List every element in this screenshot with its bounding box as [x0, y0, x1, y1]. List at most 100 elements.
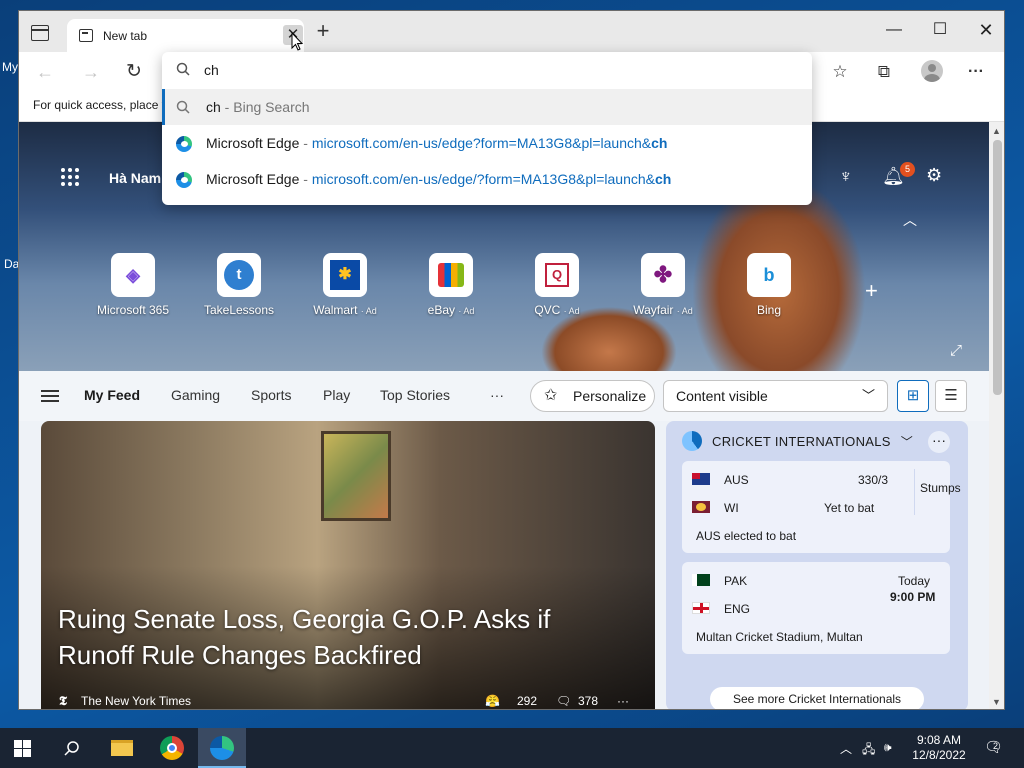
quick-link-bing[interactable]: b Bing [729, 253, 809, 317]
tile-label: Microsoft 365 [96, 303, 170, 317]
chevron-up-icon[interactable]: ︿ [903, 210, 917, 230]
content-visibility-value: Content visible [676, 388, 768, 404]
tab-play[interactable]: Play [323, 387, 350, 403]
network-icon[interactable]: 🖧︎ [862, 740, 875, 761]
reactions-icon[interactable]: 😤 [485, 694, 500, 708]
clock-time: 9:08 AM [916, 733, 962, 747]
team-name: PAK [724, 574, 748, 588]
maximize-button[interactable]: ☐ [917, 15, 963, 45]
quick-link-qvc[interactable]: Q QVC · Ad [517, 253, 597, 317]
comments-icon[interactable]: 🗨︎ [556, 694, 571, 708]
tile-label: TakeLessons [203, 303, 275, 317]
personalize-button[interactable]: ✩ Personalize [530, 380, 655, 412]
scroll-down-arrow-icon[interactable]: ▼ [992, 697, 1001, 707]
pakistan-flag-icon [692, 574, 710, 586]
clock[interactable]: 9:08 AM 12/8/2022 [904, 733, 974, 763]
show-hidden-icons-chevron-icon[interactable]: ︿ [840, 740, 852, 757]
suggestion-bing-search[interactable]: ch - Bing Search [162, 89, 812, 125]
cricket-logo-icon [682, 431, 702, 451]
tab-top-stories[interactable]: Top Stories [380, 387, 450, 403]
story-headline[interactable]: Ruing Senate Loss, Georgia G.O.P. Asks i… [58, 601, 618, 673]
taskbar-search-icon[interactable] [48, 728, 96, 768]
personalize-label: Personalize [573, 388, 647, 404]
suggestion-separator: - [299, 135, 312, 151]
address-input[interactable] [204, 60, 784, 80]
tab-gaming[interactable]: Gaming [171, 387, 220, 403]
collections-icon[interactable]: ⧉ [871, 59, 897, 85]
ad-label: · Ad [563, 306, 580, 316]
match-card-aus-wi[interactable]: AUS 330/3 WI Yet to bat Stumps AUS elect… [682, 461, 961, 553]
favorites-icon[interactable]: ☆ [827, 59, 853, 85]
content-visibility-dropdown[interactable]: Content visible ﹀ [663, 380, 888, 412]
personalize-icon: ✩ [544, 387, 558, 404]
page-scrollbar[interactable]: ▲ ▼ [989, 122, 1004, 709]
hamburger-menu-icon[interactable] [41, 390, 59, 402]
edge-taskbar-icon[interactable] [198, 728, 246, 768]
action-center-icon[interactable]: 🗨︎ 2 [984, 738, 1003, 756]
suggestion-url-match: ch [651, 135, 668, 151]
story-source[interactable]: The New York Times [81, 694, 191, 708]
scrollbar-thumb[interactable] [993, 140, 1002, 395]
search-icon [176, 100, 190, 114]
team-score: Yet to bat [824, 501, 875, 515]
title-bar: New tab ✕ + — ☐ ✕ [19, 11, 1004, 52]
new-tab-button[interactable]: + [313, 20, 333, 42]
volume-icon[interactable]: 🕪︎ [884, 740, 892, 755]
cricket-title: CRICKET INTERNATIONALS [712, 434, 891, 449]
desktop-icon-label[interactable]: My [2, 60, 18, 74]
quick-link-wayfair[interactable]: ✤ Wayfair · Ad [623, 253, 703, 317]
scroll-up-arrow-icon[interactable]: ▲ [992, 126, 1001, 136]
suggestion-microsoft-edge-1[interactable]: Microsoft Edge - microsoft.com/en-us/edg… [162, 125, 812, 161]
ad-label: · Ad [458, 306, 475, 316]
suggestion-separator: - [220, 99, 234, 115]
add-shortcut-icon[interactable]: + [865, 278, 878, 304]
qvc-icon: Q [535, 253, 579, 297]
chevron-down-icon: ﹀ [900, 435, 913, 449]
story-more-icon[interactable]: ··· [617, 694, 629, 708]
tab-sports[interactable]: Sports [251, 387, 291, 403]
settings-more-button[interactable]: ··· [963, 59, 989, 85]
file-explorer-icon[interactable] [98, 728, 146, 768]
app-launcher-icon[interactable] [61, 168, 79, 186]
match-card-pak-eng[interactable]: PAK Today ENG 9:00 PM Multan Cricket Sta… [682, 562, 950, 654]
page-settings-gear-icon[interactable]: ⚙ [926, 165, 942, 186]
suggestion-query: ch [206, 99, 221, 115]
tab-actions-icon[interactable] [31, 25, 49, 41]
address-bar[interactable] [162, 52, 812, 88]
suggestion-microsoft-edge-2[interactable]: Microsoft Edge - microsoft.com/en-us/edg… [162, 161, 812, 197]
cricket-more-icon[interactable]: ··· [928, 431, 950, 453]
tab-new-tab[interactable]: New tab ✕ [67, 19, 304, 52]
tab-my-feed[interactable]: My Feed [84, 387, 140, 403]
windows-start-icon[interactable] [14, 740, 31, 757]
tile-label: Bing [756, 303, 782, 317]
team-name: AUS [724, 473, 749, 487]
match-day: Today [898, 574, 931, 588]
weather-location[interactable]: Hà Nam [109, 170, 161, 186]
profile-avatar[interactable] [921, 60, 943, 82]
minimize-button[interactable]: — [871, 15, 917, 45]
grid-view-icon[interactable]: ⊞ [897, 380, 929, 412]
rewards-icon[interactable]: ♆ [839, 166, 853, 187]
refresh-button[interactable]: ↻ [121, 59, 147, 85]
chrome-icon[interactable] [148, 728, 196, 768]
more-tabs-button[interactable]: ··· [490, 387, 504, 403]
list-view-icon[interactable]: ☰ [935, 380, 967, 412]
back-button[interactable]: ← [33, 60, 57, 84]
wayfair-icon: ✤ [641, 253, 685, 297]
forward-button[interactable]: → [79, 60, 103, 84]
quick-link-walmart[interactable]: ✱ Walmart · Ad [305, 253, 385, 317]
story-photo-detail [321, 431, 391, 521]
reaction-count: 292 [517, 694, 538, 708]
top-story-card[interactable]: Ruing Senate Loss, Georgia G.O.P. Asks i… [41, 421, 655, 709]
quick-link-microsoft-365[interactable]: ◈ Microsoft 365 [93, 253, 173, 317]
see-more-cricket-button[interactable]: See more Cricket Internationals [710, 687, 924, 709]
quick-link-ebay[interactable]: eBay · Ad [411, 253, 491, 317]
match-venue: Multan Cricket Stadium, Multan [696, 630, 863, 644]
close-window-button[interactable]: ✕ [963, 15, 1004, 45]
expand-background-icon[interactable]: ⤢ [950, 342, 962, 359]
cricket-header[interactable]: CRICKET INTERNATIONALS ﹀ [682, 431, 913, 451]
quick-link-takelessons[interactable]: t TakeLessons [199, 253, 279, 317]
match-status: Stumps [920, 481, 961, 495]
takelessons-icon: t [217, 253, 261, 297]
clock-date: 12/8/2022 [912, 748, 966, 762]
